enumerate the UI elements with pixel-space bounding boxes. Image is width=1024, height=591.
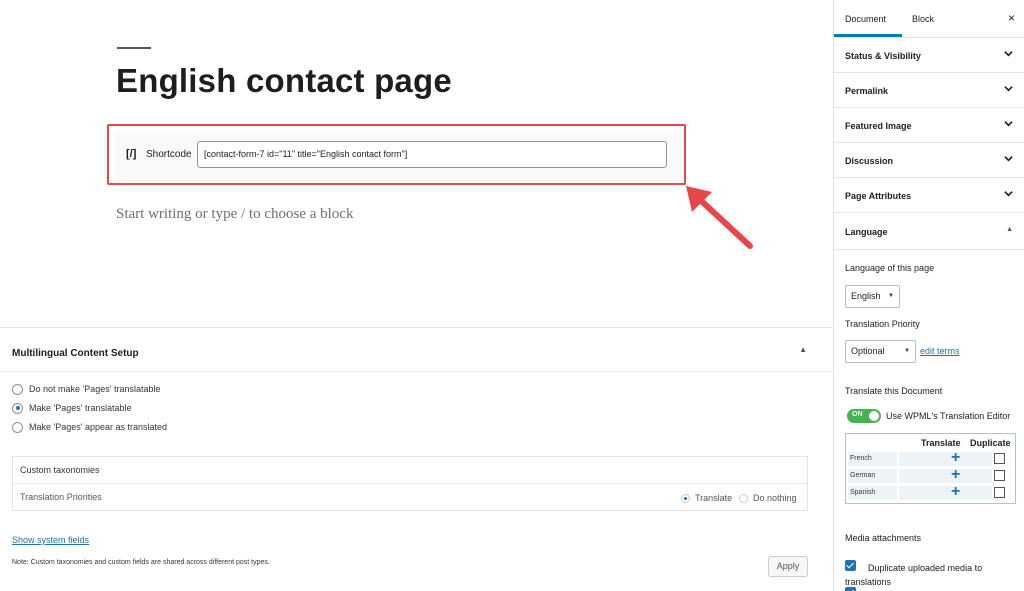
tab-block[interactable]: Block <box>912 14 934 24</box>
duplicate-checkbox[interactable] <box>994 470 1005 481</box>
meta-box-header[interactable]: Multilingual Content Setup ▲ <box>0 328 833 372</box>
duplicate-column-header: Duplicate <box>970 438 1011 448</box>
radio-appear-translated[interactable] <box>12 421 23 433</box>
block-placeholder[interactable]: Start writing or type / to choose a bloc… <box>116 206 353 223</box>
panel-featured-image[interactable]: Featured Image <box>834 108 1024 143</box>
show-system-fields-link[interactable]: Show system fields <box>12 535 89 545</box>
translate-cell: + <box>899 483 992 500</box>
language-name: French <box>848 452 897 466</box>
edit-terms-link[interactable]: edit terms <box>920 346 960 356</box>
panel-label: Page Attributes <box>845 191 912 201</box>
panel-page-attributes[interactable]: Page Attributes <box>834 178 1024 213</box>
highlight-box <box>107 124 686 185</box>
panel-label: Permalink <box>845 86 889 96</box>
chevron-down-icon <box>1004 156 1013 162</box>
toggle-label: ON <box>852 411 863 418</box>
collapse-triangle-icon[interactable]: ▲ <box>799 345 807 354</box>
priority-select-value: Optional <box>851 346 885 356</box>
translation-priorities-label: Translation Priorities <box>20 492 102 502</box>
dropdown-arrow-icon: ▼ <box>888 293 894 299</box>
translate-cell: + <box>899 449 992 466</box>
priority-option-label: Do nothing <box>753 493 797 503</box>
panel-language[interactable]: Language ▲ <box>834 213 1024 250</box>
annotation-arrow-icon <box>686 186 753 249</box>
duplicate-checkbox[interactable] <box>994 453 1005 464</box>
radio-not-translatable[interactable] <box>12 383 23 395</box>
custom-taxonomies-row: Custom taxonomies <box>13 457 807 484</box>
chevron-down-icon <box>1004 86 1013 92</box>
panel-label: Featured Image <box>845 121 912 131</box>
language-of-page-label: Language of this page <box>845 263 935 273</box>
language-name: German <box>848 469 897 483</box>
panel-label: Status & Visibility <box>845 51 921 61</box>
media-attachments-label: Media attachments <box>845 533 922 543</box>
editor-canvas: English contact page [/] Shortcode [cont… <box>0 0 833 327</box>
radio-do-nothing[interactable] <box>739 493 748 503</box>
panel-label: Discussion <box>845 156 894 166</box>
plus-icon[interactable]: + <box>951 482 960 502</box>
translation-editor-toggle[interactable]: ON <box>847 409 881 423</box>
option-translatable[interactable]: Make 'Pages' translatable <box>12 401 132 415</box>
priority-do-nothing-option[interactable]: Do nothing <box>739 493 797 503</box>
option-label: Make 'Pages' appear as translated <box>29 422 168 432</box>
option-not-translatable[interactable]: Do not make 'Pages' translatable <box>12 382 161 396</box>
option-appear-translated[interactable]: Make 'Pages' appear as translated <box>12 420 167 434</box>
panel-label: Language <box>845 227 888 237</box>
priority-option-label: Translate <box>695 493 733 503</box>
chevron-down-icon <box>1004 191 1013 197</box>
table-row: French + <box>848 449 1013 466</box>
language-name: Spanish <box>848 486 897 500</box>
next-checkbox[interactable] <box>845 587 856 591</box>
translation-priority-label: Translation Priority <box>845 319 920 329</box>
tab-document[interactable]: Document <box>845 14 886 24</box>
duplicate-media-label: Duplicate uploaded media to translations <box>845 563 983 587</box>
radio-translate[interactable] <box>681 493 690 503</box>
close-icon[interactable]: × <box>1008 11 1015 25</box>
language-select[interactable]: English ▼ <box>845 285 900 308</box>
option-label: Do not make 'Pages' translatable <box>29 384 161 394</box>
sidebar-tabs: Document Block × <box>834 0 1024 38</box>
dropdown-arrow-icon: ▼ <box>904 348 910 354</box>
translate-cell: + <box>899 466 992 483</box>
language-select-value: English <box>851 291 881 301</box>
translation-priority-select[interactable]: Optional ▼ <box>845 340 916 363</box>
translate-column-header: Translate <box>921 438 961 448</box>
toggle-knob <box>869 411 879 421</box>
panel-discussion[interactable]: Discussion <box>834 143 1024 178</box>
option-label: Make 'Pages' translatable <box>29 403 132 413</box>
collapse-triangle-icon: ▲ <box>1006 226 1013 233</box>
panel-permalink[interactable]: Permalink <box>834 73 1024 108</box>
table-row: German + <box>848 466 1013 483</box>
custom-taxonomies-box: Custom taxonomies Translation Priorities… <box>12 456 808 511</box>
title-separator <box>117 47 151 49</box>
custom-taxonomies-label: Custom taxonomies <box>20 465 100 475</box>
post-title[interactable]: English contact page <box>116 62 452 100</box>
radio-translatable[interactable] <box>12 402 23 414</box>
translation-editor-label: Use WPML's Translation Editor <box>886 411 1011 421</box>
shared-fields-note: Note: Custom taxonomies and custom field… <box>12 559 270 566</box>
table-row: Spanish + <box>848 483 1013 500</box>
meta-box-title: Multilingual Content Setup <box>12 348 139 359</box>
chevron-down-icon <box>1004 51 1013 57</box>
wordpress-editor: English contact page [/] Shortcode [cont… <box>0 0 1024 591</box>
priority-translate-option[interactable]: Translate <box>681 493 732 503</box>
panel-status-visibility[interactable]: Status & Visibility <box>834 38 1024 73</box>
active-tab-indicator <box>834 34 902 37</box>
duplicate-checkbox[interactable] <box>994 487 1005 498</box>
settings-sidebar: Document Block × Status & Visibility Per… <box>833 0 1024 591</box>
apply-button[interactable]: Apply <box>768 556 808 577</box>
multilingual-meta-box: Multilingual Content Setup ▲ Do not make… <box>0 327 833 591</box>
chevron-down-icon <box>1004 121 1013 127</box>
translate-document-label: Translate this Document <box>845 386 943 396</box>
translation-table: Translate Duplicate French + German + Sp… <box>845 433 1016 504</box>
